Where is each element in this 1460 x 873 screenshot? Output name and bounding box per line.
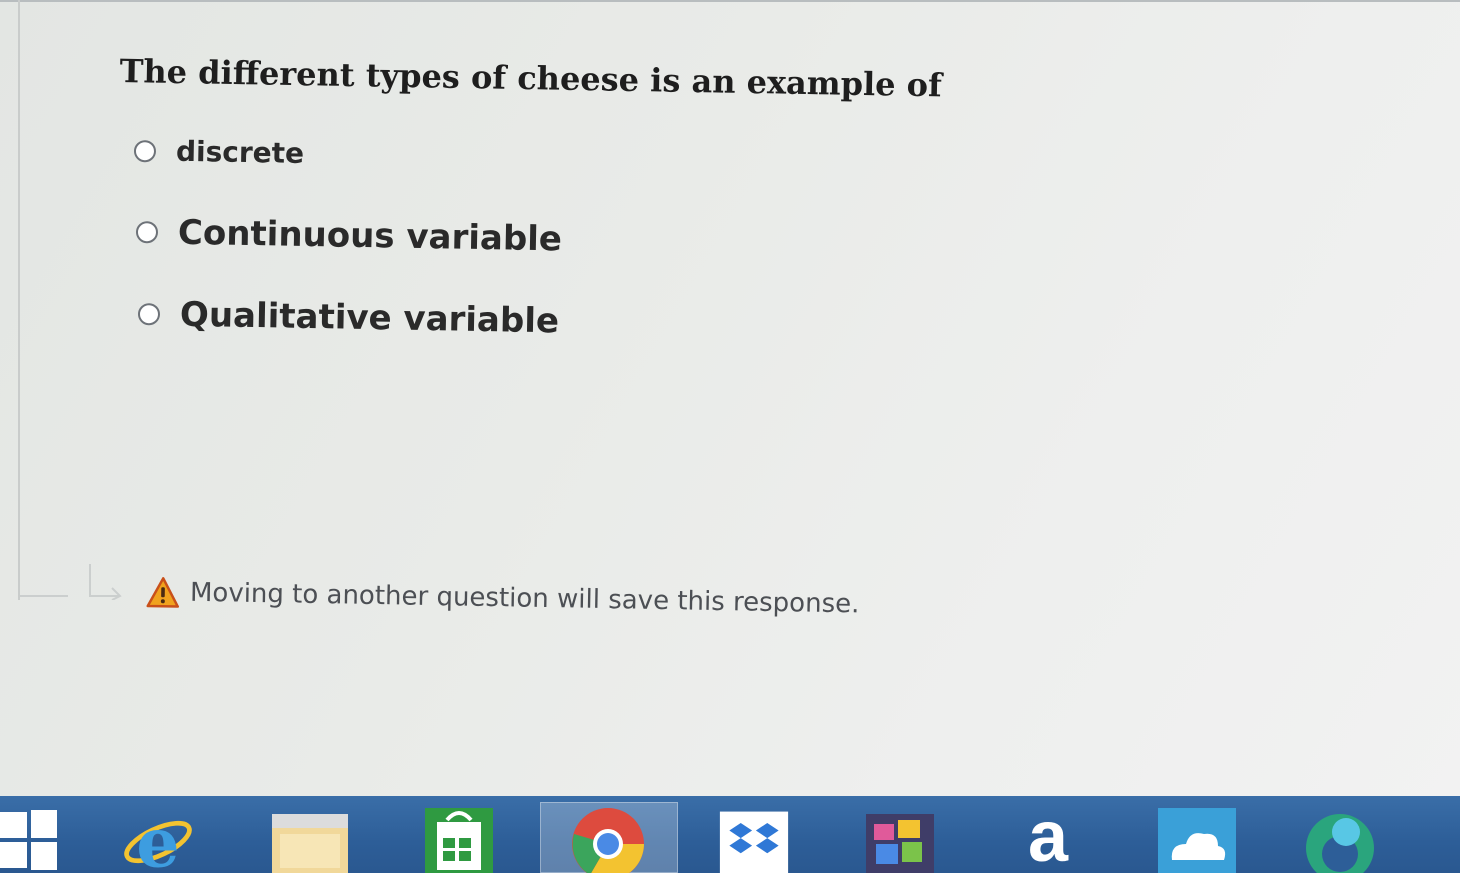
chrome-icon[interactable] xyxy=(570,804,646,873)
faint-arrow-icon xyxy=(20,564,122,600)
notice-text: Moving to another question will save thi… xyxy=(189,577,860,620)
radio-button[interactable] xyxy=(137,303,161,326)
internet-explorer-icon[interactable]: e xyxy=(122,804,194,873)
option-qualitative-variable[interactable]: Qualitative variable xyxy=(137,294,560,342)
windows-start-icon[interactable] xyxy=(0,808,66,873)
warning-icon xyxy=(146,577,180,608)
option-label: Qualitative variable xyxy=(179,294,560,342)
option-continuous-variable[interactable]: Continuous variable xyxy=(135,212,563,260)
svg-text:e: e xyxy=(136,804,179,873)
save-notice: Moving to another question will save thi… xyxy=(146,576,860,620)
radio-button[interactable] xyxy=(133,139,157,162)
amazon-icon[interactable]: a xyxy=(1012,797,1084,873)
photos-app-icon[interactable] xyxy=(864,804,936,873)
option-label: Continuous variable xyxy=(177,212,563,260)
onedrive-icon[interactable] xyxy=(1158,804,1236,873)
option-label: discrete xyxy=(175,134,305,170)
edge-icon[interactable] xyxy=(1300,804,1380,873)
content-frame-left xyxy=(0,0,20,600)
option-discrete[interactable]: discrete xyxy=(133,134,305,170)
file-explorer-icon[interactable] xyxy=(270,804,350,873)
windows-store-icon[interactable] xyxy=(423,804,495,873)
windows-taskbar: e a xyxy=(0,796,1460,873)
radio-button[interactable] xyxy=(135,221,159,244)
dropbox-icon[interactable] xyxy=(718,804,790,873)
question-text: The different types of cheese is an exam… xyxy=(119,52,943,105)
amazon-glyph: a xyxy=(1027,797,1069,873)
content-frame-top xyxy=(0,0,1460,36)
